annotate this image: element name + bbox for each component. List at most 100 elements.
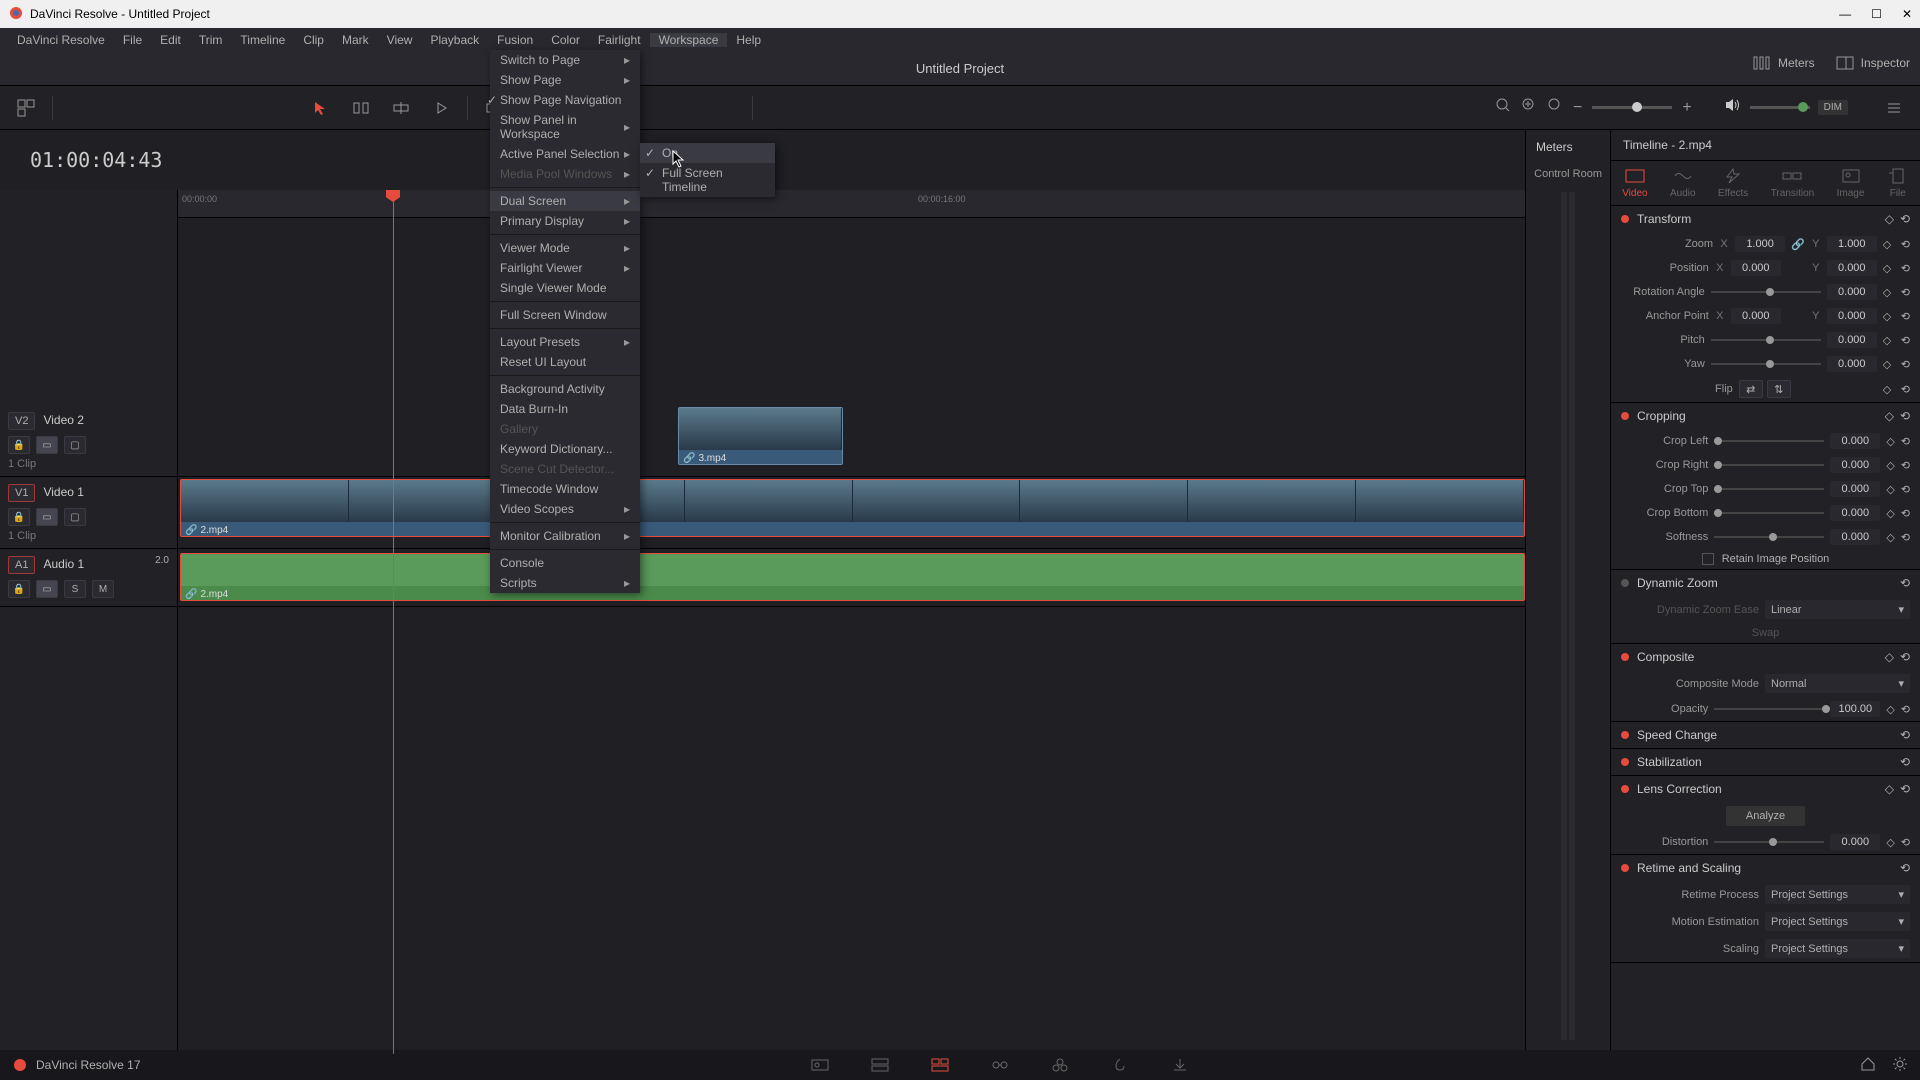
inspector-tab-transition[interactable]: Transition bbox=[1771, 167, 1815, 199]
timeline-ruler[interactable]: 00:00:00 00:00:08:00 00:00:16:00 bbox=[178, 190, 1525, 218]
menu-playback[interactable]: Playback bbox=[421, 33, 488, 47]
section-cropping[interactable]: Cropping◇⟲ bbox=[1611, 403, 1920, 429]
menu-item-reset-ui-layout[interactable]: Reset UI Layout bbox=[490, 352, 640, 372]
menu-timeline[interactable]: Timeline bbox=[231, 33, 294, 47]
timeline-options-button[interactable] bbox=[1880, 94, 1908, 122]
zoom-out-button[interactable] bbox=[1495, 97, 1511, 118]
section-transform[interactable]: Transform◇⟲ bbox=[1611, 206, 1920, 232]
clip-v2[interactable]: 🔗3.mp4 bbox=[678, 407, 843, 465]
menu-item-show-panel-in-workspace[interactable]: Show Panel in Workspace▸ bbox=[490, 110, 640, 144]
inspector-tab-audio[interactable]: Audio bbox=[1670, 167, 1696, 199]
menu-mark[interactable]: Mark bbox=[333, 33, 378, 47]
cut-page[interactable] bbox=[870, 1056, 890, 1074]
menu-workspace[interactable]: Workspace bbox=[650, 33, 728, 47]
track-enable-v1[interactable]: ▭ bbox=[36, 508, 58, 526]
fairlight-page[interactable] bbox=[1110, 1056, 1130, 1074]
menu-fusion[interactable]: Fusion bbox=[488, 33, 542, 47]
pos-x-field[interactable]: 0.000 bbox=[1731, 260, 1781, 276]
menu-davinci-resolve[interactable]: DaVinci Resolve bbox=[8, 33, 114, 47]
track-display-v2[interactable]: ▢ bbox=[64, 436, 86, 454]
meters-panel-button[interactable]: Meters bbox=[1752, 55, 1815, 71]
section-speed[interactable]: Speed Change⟲ bbox=[1611, 722, 1920, 748]
composite-mode-select[interactable]: Normal▾ bbox=[1765, 674, 1910, 693]
menu-item-full-screen-window[interactable]: Full Screen Window bbox=[490, 305, 640, 325]
settings-icon[interactable] bbox=[1892, 1056, 1908, 1075]
close-button[interactable]: ✕ bbox=[1902, 7, 1912, 21]
menu-item-keyword-dictionary-[interactable]: Keyword Dictionary... bbox=[490, 439, 640, 459]
blade-tool[interactable] bbox=[387, 94, 415, 122]
ease-select[interactable]: Linear▾ bbox=[1765, 600, 1910, 619]
menu-item-primary-display[interactable]: Primary Display▸ bbox=[490, 211, 640, 231]
zoom-slider[interactable] bbox=[1592, 106, 1672, 109]
home-icon[interactable] bbox=[1860, 1056, 1876, 1075]
inspector-tab-effects[interactable]: Effects bbox=[1718, 167, 1748, 199]
deliver-page[interactable] bbox=[1170, 1056, 1190, 1074]
inspector-panel-button[interactable]: Inspector bbox=[1835, 55, 1910, 71]
media-pool-button[interactable] bbox=[12, 94, 40, 122]
track-lock-v1[interactable]: 🔒 bbox=[8, 508, 30, 526]
trim-tool[interactable] bbox=[347, 94, 375, 122]
track-lock-v2[interactable]: 🔒 bbox=[8, 436, 30, 454]
menu-item-viewer-mode[interactable]: Viewer Mode▸ bbox=[490, 238, 640, 258]
menu-fairlight[interactable]: Fairlight bbox=[589, 33, 650, 47]
analyze-button[interactable]: Analyze bbox=[1726, 806, 1805, 826]
section-composite[interactable]: Composite◇⟲ bbox=[1611, 644, 1920, 670]
menu-file[interactable]: File bbox=[114, 33, 151, 47]
menu-item-dual-screen[interactable]: Dual Screen▸ bbox=[490, 191, 640, 211]
section-retime[interactable]: Retime and Scaling⟲ bbox=[1611, 855, 1920, 881]
dim-button[interactable]: DIM bbox=[1818, 100, 1848, 115]
pitch-slider[interactable] bbox=[1711, 339, 1821, 341]
menu-item-switch-to-page[interactable]: Switch to Page▸ bbox=[490, 50, 640, 70]
dynamic-trim-tool[interactable] bbox=[427, 94, 455, 122]
custom-zoom-button[interactable] bbox=[1547, 97, 1563, 118]
scaling-select[interactable]: Project Settings▾ bbox=[1765, 939, 1910, 958]
motion-est-select[interactable]: Project Settings▾ bbox=[1765, 912, 1910, 931]
maximize-button[interactable]: ☐ bbox=[1871, 7, 1882, 21]
menu-help[interactable]: Help bbox=[727, 33, 770, 47]
reset-icon[interactable]: ⟲ bbox=[1900, 212, 1910, 226]
playhead[interactable] bbox=[393, 190, 394, 1054]
submenu-on[interactable]: ✓On bbox=[640, 143, 775, 163]
menu-color[interactable]: Color bbox=[542, 33, 589, 47]
menu-item-scripts[interactable]: Scripts▸ bbox=[490, 573, 640, 593]
menu-item-video-scopes[interactable]: Video Scopes▸ bbox=[490, 499, 640, 519]
inspector-tab-file[interactable]: File bbox=[1887, 167, 1909, 199]
clip-a1[interactable]: 🔗2.mp4 bbox=[180, 553, 1525, 601]
menu-item-background-activity[interactable]: Background Activity bbox=[490, 379, 640, 399]
track-display-v1[interactable]: ▢ bbox=[64, 508, 86, 526]
track-lock-a1[interactable]: 🔒 bbox=[8, 580, 30, 598]
track-solo-a1[interactable]: S bbox=[64, 580, 86, 598]
menu-item-timecode-window[interactable]: Timecode Window bbox=[490, 479, 640, 499]
rotation-slider[interactable] bbox=[1711, 291, 1821, 293]
flip-v-button[interactable]: ⇅ bbox=[1767, 380, 1791, 398]
zoom-in-icon[interactable]: + bbox=[1682, 99, 1691, 117]
zoom-out-icon[interactable]: − bbox=[1573, 99, 1582, 117]
volume-slider[interactable] bbox=[1750, 106, 1810, 109]
track-header-v1[interactable]: V1Video 1 🔒▭▢ 1 Clip bbox=[0, 477, 177, 549]
menu-item-show-page[interactable]: Show Page▸ bbox=[490, 70, 640, 90]
submenu-full-screen-timeline[interactable]: ✓Full Screen Timeline bbox=[640, 163, 775, 197]
track-mute-a1[interactable]: M bbox=[92, 580, 114, 598]
clip-v1[interactable]: 🔗2.mp4 bbox=[180, 479, 1525, 537]
link-icon[interactable]: 🔗 bbox=[1791, 238, 1805, 251]
pos-y-field[interactable]: 0.000 bbox=[1827, 260, 1877, 276]
menu-item-data-burn-in[interactable]: Data Burn-In bbox=[490, 399, 640, 419]
menu-item-active-panel-selection[interactable]: Active Panel Selection▸ bbox=[490, 144, 640, 164]
media-page[interactable] bbox=[810, 1056, 830, 1074]
retime-process-select[interactable]: Project Settings▾ bbox=[1765, 885, 1910, 904]
selection-tool[interactable] bbox=[307, 94, 335, 122]
section-lens[interactable]: Lens Correction◇⟲ bbox=[1611, 776, 1920, 802]
color-page[interactable] bbox=[1050, 1056, 1070, 1074]
section-dynamic-zoom[interactable]: Dynamic Zoom⟲ bbox=[1611, 570, 1920, 596]
inspector-tab-image[interactable]: Image bbox=[1837, 167, 1865, 199]
inspector-tab-video[interactable]: Video bbox=[1622, 167, 1647, 199]
track-enable-v2[interactable]: ▭ bbox=[36, 436, 58, 454]
menu-item-layout-presets[interactable]: Layout Presets▸ bbox=[490, 332, 640, 352]
zoom-fit-button[interactable] bbox=[1521, 97, 1537, 118]
track-header-v2[interactable]: V2Video 2 🔒▭▢ 1 Clip bbox=[0, 405, 177, 477]
yaw-slider[interactable] bbox=[1711, 363, 1821, 365]
edit-page[interactable] bbox=[930, 1056, 950, 1074]
menu-item-show-page-navigation[interactable]: ✓Show Page Navigation bbox=[490, 90, 640, 110]
section-stabilization[interactable]: Stabilization⟲ bbox=[1611, 749, 1920, 775]
fusion-page[interactable] bbox=[990, 1056, 1010, 1074]
